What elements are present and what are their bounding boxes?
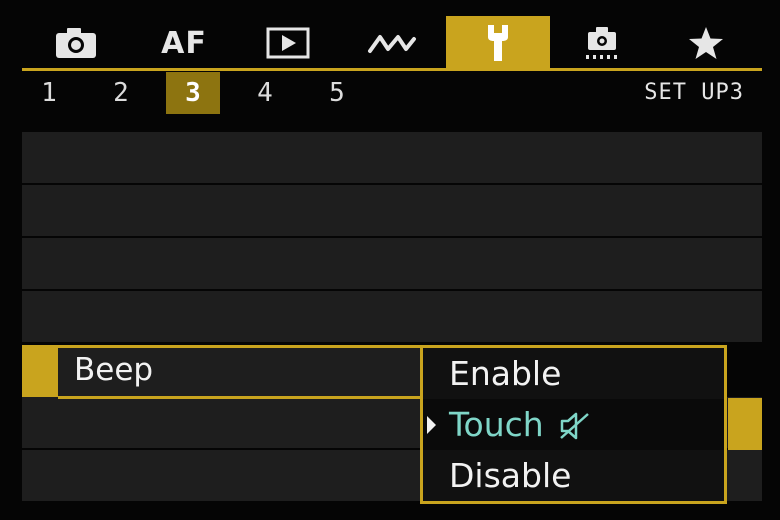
- tab-setup[interactable]: [446, 16, 550, 70]
- beep-setting-label: Beep: [74, 352, 154, 388]
- beep-options-popup: Enable Touch Disable: [420, 345, 727, 504]
- option-touch[interactable]: Touch: [423, 399, 724, 450]
- tab-af[interactable]: AF: [144, 18, 224, 68]
- camera-icon: [54, 26, 98, 60]
- tab-underline: [22, 68, 762, 71]
- tab-shooting[interactable]: [36, 18, 116, 68]
- page-1[interactable]: 1: [22, 72, 76, 114]
- wrench-icon: [482, 23, 514, 63]
- playback-icon: [266, 27, 310, 59]
- menu-tab-bar: AF: [22, 14, 762, 70]
- custom-functions-icon: [582, 24, 622, 62]
- menu-row[interactable]: [22, 185, 762, 236]
- option-label: Enable: [449, 354, 562, 393]
- tab-playback[interactable]: [248, 18, 328, 68]
- tab-wireless[interactable]: [352, 18, 432, 68]
- option-label: Touch: [449, 405, 544, 444]
- option-disable[interactable]: Disable: [423, 450, 724, 501]
- selected-row-marker: [22, 345, 58, 397]
- af-tab-label: AF: [161, 25, 207, 61]
- page-2[interactable]: 2: [94, 72, 148, 114]
- scroll-marker: [728, 398, 762, 450]
- page-title: SET UP3: [644, 80, 744, 105]
- menu-row[interactable]: [22, 132, 762, 183]
- wave-icon: [366, 29, 418, 57]
- menu-row[interactable]: [22, 291, 762, 342]
- tab-custom-functions[interactable]: [562, 18, 642, 68]
- option-label: Disable: [449, 456, 572, 495]
- page-3[interactable]: 3: [166, 72, 220, 114]
- camera-menu-screen: AF 1 2 3 4 5 SET UP3 Beep Enable Touch D…: [0, 0, 780, 520]
- star-icon: [688, 26, 724, 60]
- option-cursor-icon: [427, 415, 436, 434]
- page-5[interactable]: 5: [310, 72, 364, 114]
- mute-icon: [558, 411, 592, 445]
- page-selector: 1 2 3 4 5 SET UP3: [22, 72, 762, 116]
- option-enable[interactable]: Enable: [423, 348, 724, 399]
- menu-row[interactable]: [22, 238, 762, 289]
- page-4[interactable]: 4: [238, 72, 292, 114]
- tab-my-menu[interactable]: [666, 18, 746, 68]
